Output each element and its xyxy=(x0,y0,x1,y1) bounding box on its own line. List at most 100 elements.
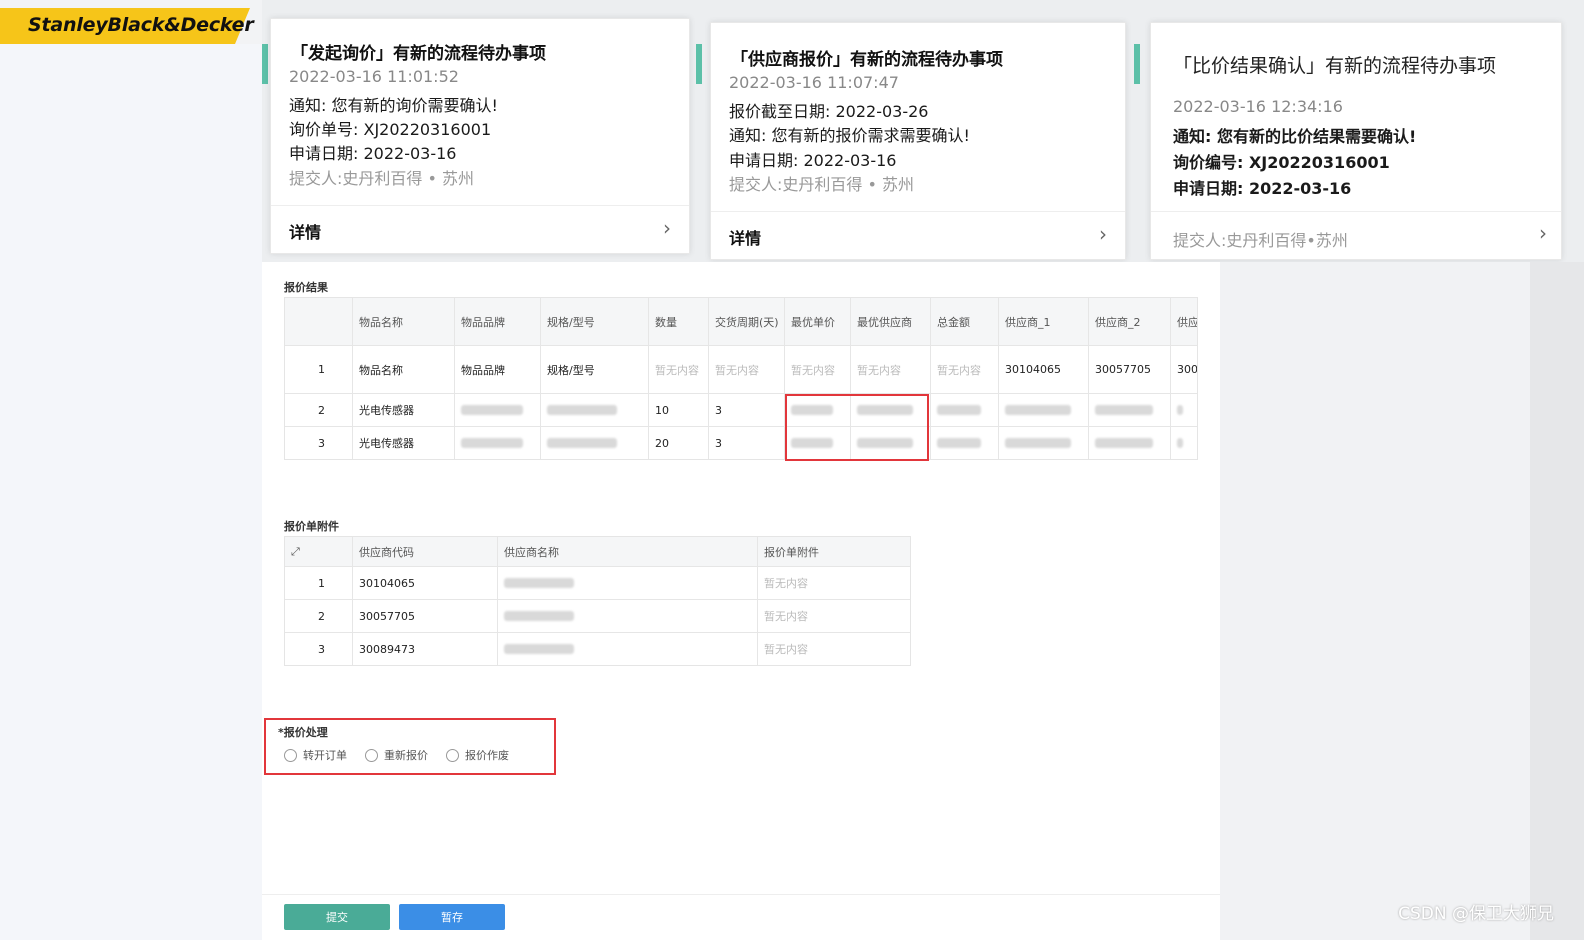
table-cell: 30089473 xyxy=(353,633,498,665)
table-header-cell: ⤢ xyxy=(285,537,353,567)
table-header-cell: 供应 xyxy=(1171,298,1197,346)
card-line: 申请日期: 2022-03-16 xyxy=(1173,179,1352,198)
quote-handling-options: 转开订单 重新报价 报价作废 xyxy=(284,747,527,763)
table-cell: 3 xyxy=(709,394,785,427)
table-cell: 暂无内容 xyxy=(758,633,910,665)
card-title: 「比价结果确认」有新的流程待办事项 xyxy=(1173,55,1497,77)
table-cell xyxy=(455,427,541,459)
row-index: 2 xyxy=(285,600,353,633)
table-header-cell: 交货周期(天) xyxy=(709,298,785,346)
table-cell xyxy=(498,633,758,665)
radio-label: 转开订单 xyxy=(303,749,347,762)
blurred-value xyxy=(461,438,523,448)
radio-void-quote[interactable]: 报价作废 xyxy=(446,747,509,763)
watermark: CSDN @保卫大狮兄 xyxy=(1398,904,1554,924)
table-cell: 30057705 xyxy=(1089,346,1171,394)
table-cell xyxy=(1171,394,1197,427)
notification-card-1[interactable]: 「发起询价」有新的流程待办事项 2022-03-16 11:01:52 通知: … xyxy=(270,18,690,254)
table-header-cell: 供应商名称 xyxy=(498,537,758,567)
card-accent xyxy=(1134,44,1140,84)
chevron-right-icon[interactable]: › xyxy=(1099,222,1107,246)
table-cell xyxy=(999,427,1089,459)
radio-label: 重新报价 xyxy=(384,749,428,762)
blurred-value xyxy=(937,438,981,448)
row-index: 3 xyxy=(285,427,353,459)
card-accent xyxy=(696,44,702,84)
table-header-cell: 物品名称 xyxy=(353,298,455,346)
row-index: 3 xyxy=(285,633,353,665)
table-cell: 暂无内容 xyxy=(851,346,931,394)
blurred-value xyxy=(461,405,523,415)
row-index: 1 xyxy=(285,346,353,394)
highlight-box-best-price xyxy=(785,394,929,461)
table-cell: 暂无内容 xyxy=(785,346,851,394)
radio-icon[interactable] xyxy=(446,748,459,762)
table-cell: 暂无内容 xyxy=(758,567,910,600)
card-accent xyxy=(262,44,268,84)
radio-requote[interactable]: 重新报价 xyxy=(365,747,428,763)
blurred-value xyxy=(547,438,617,448)
card-time: 2022-03-16 12:34:16 xyxy=(1173,97,1343,116)
brand-logo: StanleyBlack&Decker xyxy=(28,14,254,36)
table-cell: 暂无内容 xyxy=(709,346,785,394)
submit-button[interactable]: 提交 xyxy=(284,904,390,930)
table-header-cell: 数量 xyxy=(649,298,709,346)
table-cell: 3 xyxy=(709,427,785,459)
table-cell: 暂无内容 xyxy=(649,346,709,394)
table-cell: 光电传感器 xyxy=(353,427,455,459)
blurred-value xyxy=(504,578,574,588)
table-cell xyxy=(999,394,1089,427)
table-cell: 暂无内容 xyxy=(931,346,999,394)
table-header-cell: 规格/型号 xyxy=(541,298,649,346)
table-cell xyxy=(541,394,649,427)
table-header-cell: 总金额 xyxy=(931,298,999,346)
quote-result-table: 物品名称 物品品牌 规格/型号 数量 交货周期(天) 最优单价 最优供应商 总金额 供应商_1 供… xyxy=(284,297,1198,460)
card-footer[interactable]: 详情 › xyxy=(271,205,689,253)
blurred-value xyxy=(937,405,981,415)
blurred-value xyxy=(1095,405,1153,415)
table-cell: 20 xyxy=(649,427,709,459)
table-cell xyxy=(455,394,541,427)
table-cell xyxy=(931,427,999,459)
right-strip xyxy=(1530,262,1584,940)
notification-card-3[interactable]: 「比价结果确认」有新的流程待办事项 2022-03-16 12:34:16 通知… xyxy=(1150,22,1562,260)
table-header-cell: 最优供应商 xyxy=(851,298,931,346)
table-cell: 10 xyxy=(649,394,709,427)
chevron-right-icon[interactable]: › xyxy=(1539,221,1547,245)
sidebar xyxy=(0,44,262,940)
table-cell: 30104065 xyxy=(999,346,1089,394)
card-line: 询价编号: XJ20220316001 xyxy=(1173,153,1390,172)
table-header-cell: 物品品牌 xyxy=(455,298,541,346)
attachments-table: ⤢ 供应商代码 供应商名称 报价单附件 1 30104065 暂无内容 2 30057705 暂无… xyxy=(284,536,911,666)
card-line: 报价截至日期: 2022-03-26 xyxy=(729,102,929,121)
save-draft-button[interactable]: 暂存 xyxy=(399,904,505,930)
card-submitter: 提交人:史丹利百得 • 苏州 xyxy=(729,175,915,194)
card-footer[interactable]: 详情 › xyxy=(711,211,1125,259)
table-cell xyxy=(931,394,999,427)
card-title: 「供应商报价」有新的流程待办事项 xyxy=(731,50,1003,70)
radio-convert-order[interactable]: 转开订单 xyxy=(284,747,347,763)
notification-card-2[interactable]: 「供应商报价」有新的流程待办事项 2022-03-16 11:07:47 报价截… xyxy=(710,22,1126,260)
table-cell: 物品名称 xyxy=(353,346,455,394)
table-cell xyxy=(541,427,649,459)
table-cell xyxy=(1089,394,1171,427)
table-cell: 规格/型号 xyxy=(541,346,649,394)
blurred-value xyxy=(504,644,574,654)
table-header-cell xyxy=(285,298,353,346)
card-time: 2022-03-16 11:07:47 xyxy=(729,73,899,92)
radio-icon[interactable] xyxy=(365,748,378,762)
card-line: 通知: 您有新的询价需要确认! xyxy=(289,96,498,115)
detail-link[interactable]: 详情 xyxy=(289,219,321,243)
blurred-value xyxy=(547,405,617,415)
table-header-cell: 最优单价 xyxy=(785,298,851,346)
detail-link[interactable]: 详情 xyxy=(729,225,761,249)
radio-icon[interactable] xyxy=(284,748,297,762)
table-header-cell: 供应商_1 xyxy=(999,298,1089,346)
blurred-value xyxy=(1005,438,1071,448)
row-index: 2 xyxy=(285,394,353,427)
card-line: 申请日期: 2022-03-16 xyxy=(729,151,897,170)
chevron-right-icon[interactable]: › xyxy=(663,216,671,240)
table-cell: 30057705 xyxy=(353,600,498,633)
table-cell: 300 xyxy=(1171,346,1197,394)
card-line: 申请日期: 2022-03-16 xyxy=(289,144,457,163)
